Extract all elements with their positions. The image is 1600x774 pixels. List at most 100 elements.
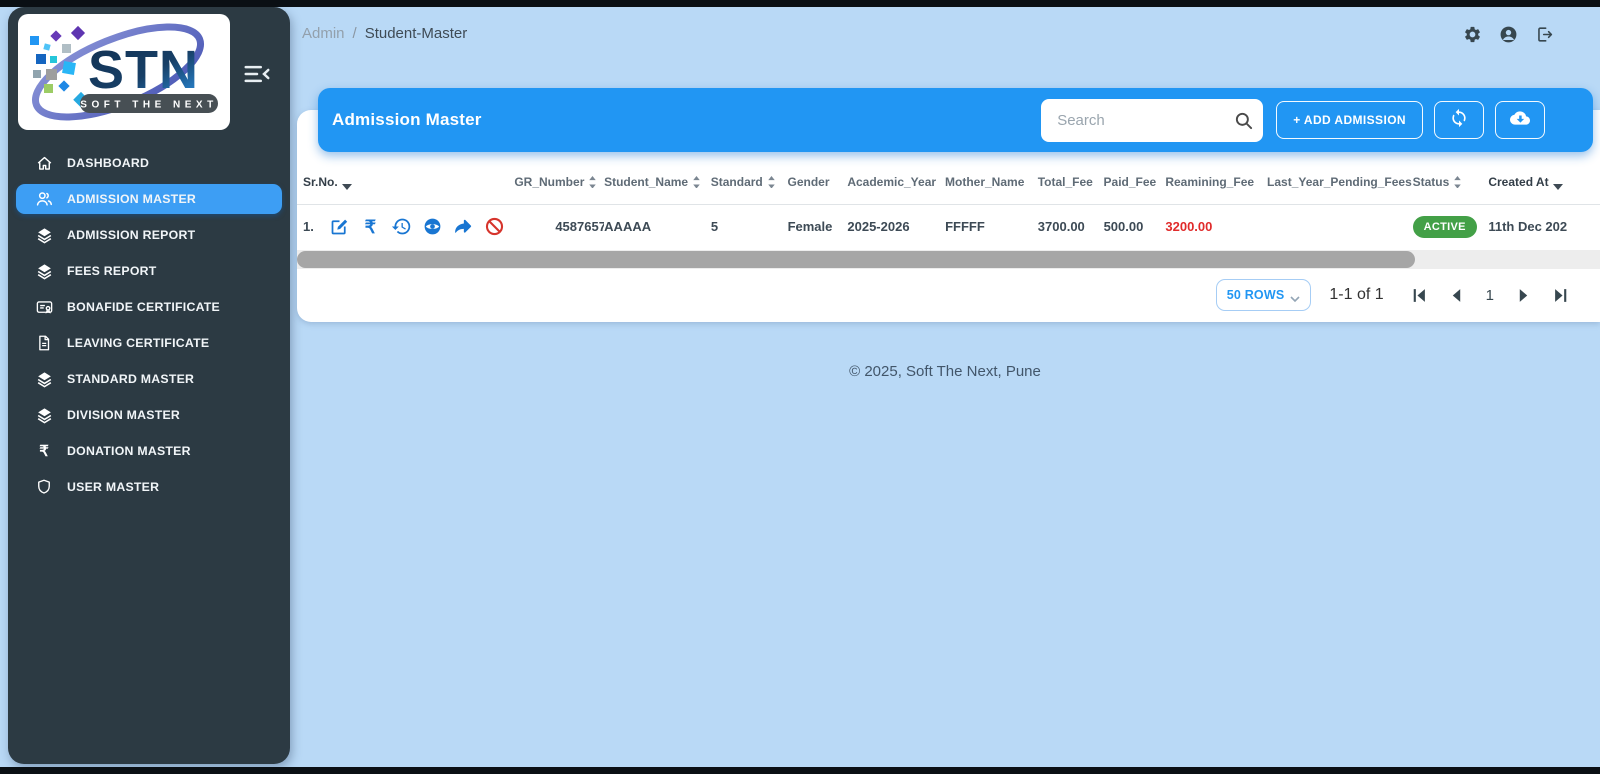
sidebar-item-division-master[interactable]: DIVISION MASTER <box>16 400 282 430</box>
column-header-mother-name: Mother_Name <box>945 175 1025 189</box>
sidebar-item-label: DASHBOARD <box>67 156 150 170</box>
sidebar-item-label: DONATION MASTER <box>67 444 191 458</box>
stn-logo-graphic: STN SOFT THE NEXT <box>30 23 218 121</box>
prev-page-icon[interactable] <box>1448 287 1465 304</box>
current-page-number[interactable]: 1 <box>1486 287 1494 304</box>
pagination-nav: 1 <box>1410 287 1570 304</box>
first-page-icon[interactable] <box>1410 287 1427 304</box>
horizontal-scrollbar-thumb[interactable] <box>297 251 1415 268</box>
search-box <box>1041 98 1264 142</box>
rupee-collect-icon[interactable]: ₹ <box>360 216 381 237</box>
last-page-icon[interactable] <box>1553 287 1570 304</box>
sidebar-item-label: ADMISSION MASTER <box>67 192 197 206</box>
breadcrumb-page: Student-Master <box>364 25 468 42</box>
logout-icon[interactable] <box>1535 25 1554 44</box>
cell-sr-and-actions: 1. ₹ <box>303 216 514 237</box>
panel-header: Admission Master + ADD ADMISSION <box>318 88 1593 152</box>
search-icon[interactable] <box>1234 111 1253 130</box>
column-header-paid-fee: Paid_Fee <box>1103 175 1157 189</box>
topbar-actions <box>1463 25 1554 44</box>
sidebar-item-bonafide-certificate[interactable]: BONAFIDE CERTIFICATE <box>16 292 282 322</box>
column-header-gr-number[interactable]: GR_Number <box>514 175 604 189</box>
layers-icon <box>34 261 54 281</box>
shield-icon <box>34 477 54 497</box>
column-header-total-fee: Total_Fee <box>1037 175 1093 189</box>
breadcrumb-section[interactable]: Admin <box>302 25 345 42</box>
sidebar-item-label: STANDARD MASTER <box>67 372 195 386</box>
caret-down-icon <box>341 179 352 190</box>
document-icon <box>34 333 54 353</box>
horizontal-scrollbar-track[interactable] <box>297 250 1600 269</box>
column-header-standard[interactable]: Standard <box>711 175 788 189</box>
row-sr-number: 1. <box>303 219 314 234</box>
sidebar-item-standard-master[interactable]: STANDARD MASTER <box>16 364 282 394</box>
search-input[interactable] <box>1055 110 1235 130</box>
certificate-icon <box>34 297 54 317</box>
breadcrumb-separator: / <box>352 25 357 42</box>
column-header-status[interactable]: Status <box>1413 175 1489 189</box>
settings-icon[interactable] <box>1463 25 1482 44</box>
logo-subtext: SOFT THE NEXT <box>80 100 217 111</box>
column-header-srno[interactable]: Sr.No. <box>303 175 514 190</box>
rows-per-page-selector[interactable]: 50 ROWS <box>1215 279 1312 311</box>
cell-gender: Female <box>787 219 833 234</box>
rupee-icon: ₹ <box>39 442 49 460</box>
account-icon[interactable] <box>1499 25 1518 44</box>
sidebar-item-dashboard[interactable]: DASHBOARD <box>16 148 282 178</box>
cell-gr-number: 4587657878 <box>555 219 605 234</box>
layers-icon <box>34 369 54 389</box>
sort-updown-icon <box>588 175 597 189</box>
breadcrumb: Admin / Student-Master <box>302 25 467 42</box>
sort-updown-icon <box>1453 175 1462 189</box>
sync-icon <box>1449 108 1469 133</box>
sidebar-item-admission-report[interactable]: ADMISSION REPORT <box>16 220 282 250</box>
sidebar-item-leaving-certificate[interactable]: LEAVING CERTIFICATE <box>16 328 282 358</box>
cell-standard: 5 <box>710 219 719 234</box>
view-icon[interactable] <box>422 216 443 237</box>
sort-updown-icon <box>767 175 776 189</box>
logo-text: STN <box>88 40 199 100</box>
app-logo: STN SOFT THE NEXT <box>18 14 230 130</box>
layers-icon <box>34 405 54 425</box>
forward-icon[interactable] <box>453 216 474 237</box>
sidebar-item-label: ADMISSION REPORT <box>67 228 196 242</box>
cell-paid-fee: 500.00 <box>1103 219 1144 234</box>
sidebar-item-admission-master[interactable]: ADMISSION MASTER <box>16 184 282 214</box>
sidebar-item-label: DIVISION MASTER <box>67 408 181 422</box>
next-page-icon[interactable] <box>1515 287 1532 304</box>
add-admission-button[interactable]: + ADD ADMISSION <box>1276 101 1423 139</box>
table-header-row: Sr.No. GR_Number Student_Name Standard G… <box>297 160 1600 205</box>
sidebar-menu: DASHBOARD ADMISSION MASTER ADMISSION REP… <box>8 148 290 508</box>
column-header-student-name[interactable]: Student_Name <box>604 175 711 189</box>
sidebar-item-label: BONAFIDE CERTIFICATE <box>67 300 221 314</box>
row-actions: ₹ <box>329 216 505 237</box>
home-icon <box>34 153 54 173</box>
page-title: Admission Master <box>332 110 482 129</box>
cell-student-name: AAAAA <box>604 219 652 234</box>
people-icon <box>34 189 54 209</box>
sort-updown-icon <box>692 175 701 189</box>
pagination-range-label: 1-1 of 1 <box>1329 286 1384 303</box>
edit-icon[interactable] <box>329 216 350 237</box>
menu-collapse-icon[interactable] <box>242 59 272 89</box>
block-icon[interactable] <box>484 216 505 237</box>
cell-mother-name: FFFFF <box>945 219 985 234</box>
sidebar-item-user-master[interactable]: USER MASTER <box>16 472 282 502</box>
sidebar-item-label: FEES REPORT <box>67 264 157 278</box>
sidebar-item-donation-master[interactable]: ₹ DONATION MASTER <box>16 436 282 466</box>
sidebar-item-fees-report[interactable]: FEES REPORT <box>16 256 282 286</box>
status-badge: ACTIVE <box>1412 215 1477 238</box>
table-row: 1. ₹ 4587657878 AAAA <box>297 205 1600 248</box>
chevron-down-icon <box>1290 292 1300 302</box>
sidebar: STN SOFT THE NEXT DASHBOARD ADMISSION MA… <box>8 7 290 764</box>
refresh-button[interactable] <box>1434 101 1484 139</box>
caret-down-icon <box>1552 179 1563 190</box>
layers-icon <box>34 225 54 245</box>
column-header-gender: Gender <box>787 175 830 189</box>
history-icon[interactable] <box>391 216 412 237</box>
column-header-created-at[interactable]: Created At <box>1488 175 1600 190</box>
footer-copyright: © 2025, Soft The Next, Pune <box>849 363 1041 380</box>
pagination-bar: 50 ROWS 1-1 of 1 1 <box>297 269 1600 321</box>
cell-total-fee: 3700.00 <box>1037 219 1085 234</box>
download-button[interactable] <box>1495 101 1545 139</box>
